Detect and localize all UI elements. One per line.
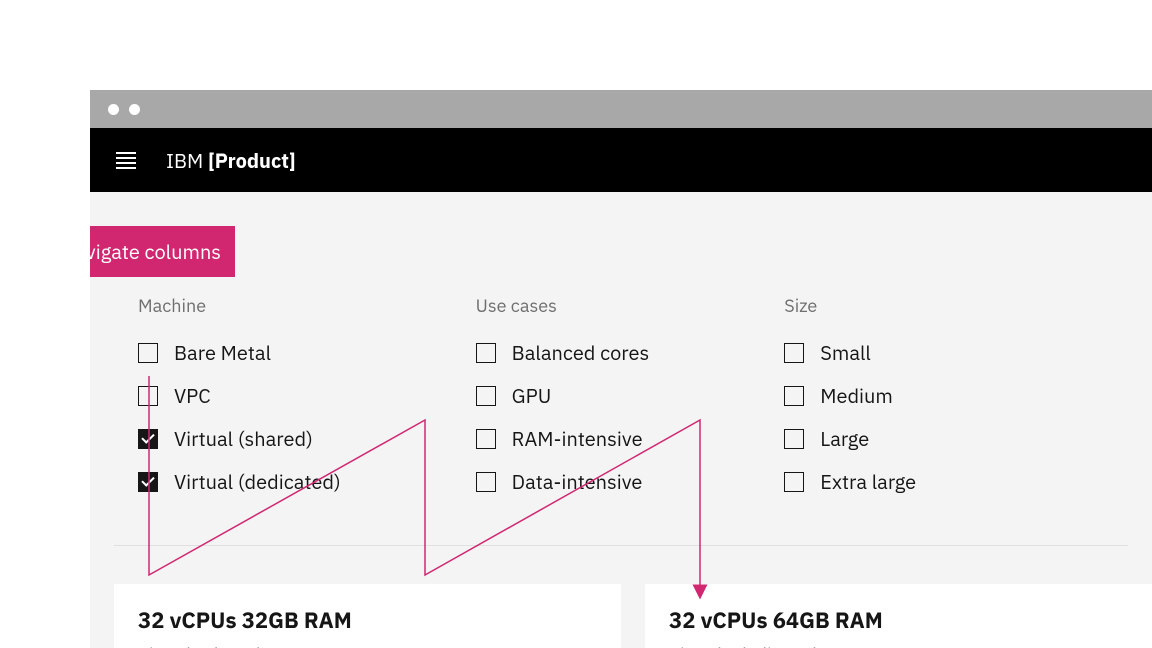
card-title: 32 vCPUs 32GB RAM [138,606,597,635]
option-label: Data-intensive [512,468,643,495]
checkbox-icon [138,429,158,449]
menu-icon[interactable] [116,152,136,169]
column-title: Use cases [476,294,650,317]
filter-column-size: Size Small Medium Large Extra large [784,294,916,503]
card-subtitle: Virtual—shared [138,643,597,648]
brand-bold: [Product] [208,147,296,174]
option-label: Balanced cores [512,339,650,366]
option-label: Virtual (shared) [174,425,313,452]
option-label: VPC [174,382,211,409]
card-subtitle: Virtual—dedicated [669,643,1128,648]
checkbox-icon [476,429,496,449]
checkbox-icon [138,343,158,363]
window-titlebar [90,90,1152,128]
column-title: Size [784,294,916,317]
option-label: Large [820,425,869,452]
content-area: Machine Bare Metal VPC Virtual (shared) … [90,192,1152,648]
result-card[interactable]: 32 vCPUs 64GB RAM Virtual—dedicated [645,584,1152,648]
checkbox-option[interactable]: VPC [138,374,341,417]
app-frame: navigate columns IBM [Product] Machine [90,90,1152,648]
checkbox-option[interactable]: Data-intensive [476,460,650,503]
checkbox-icon [138,472,158,492]
checkbox-icon [476,343,496,363]
checkbox-option[interactable]: Extra large [784,460,916,503]
checkbox-option[interactable]: GPU [476,374,650,417]
option-label: Extra large [820,468,916,495]
app-header: IBM [Product] [90,128,1152,192]
option-label: Small [820,339,871,366]
checkbox-option[interactable]: Bare Metal [138,331,341,374]
column-title: Machine [138,294,341,317]
brand-light: IBM [166,147,208,174]
checkbox-icon [784,472,804,492]
option-label: Bare Metal [174,339,271,366]
card-title: 32 vCPUs 64GB RAM [669,606,1128,635]
checkbox-icon [476,472,496,492]
option-label: Virtual (dedicated) [174,468,341,495]
checkbox-option[interactable]: Virtual (shared) [138,417,341,460]
filter-column-usecases: Use cases Balanced cores GPU RAM-intensi… [476,294,650,503]
window-dot [108,104,119,115]
checkbox-icon [784,386,804,406]
window-dot [129,104,140,115]
checkbox-icon [784,343,804,363]
annotation-navigate-columns: navigate columns [90,226,235,277]
brand-label: IBM [Product] [166,147,296,174]
result-card[interactable]: 32 vCPUs 32GB RAM Virtual—shared [114,584,621,648]
checkbox-option[interactable]: Balanced cores [476,331,650,374]
checkbox-icon [784,429,804,449]
filter-column-machine: Machine Bare Metal VPC Virtual (shared) … [138,294,341,503]
option-label: Medium [820,382,893,409]
option-label: RAM-intensive [512,425,643,452]
checkbox-icon [138,386,158,406]
checkbox-icon [476,386,496,406]
checkbox-option[interactable]: RAM-intensive [476,417,650,460]
option-label: GPU [512,382,552,409]
checkbox-option[interactable]: Small [784,331,916,374]
checkbox-option[interactable]: Large [784,417,916,460]
checkbox-option[interactable]: Medium [784,374,916,417]
checkbox-option[interactable]: Virtual (dedicated) [138,460,341,503]
